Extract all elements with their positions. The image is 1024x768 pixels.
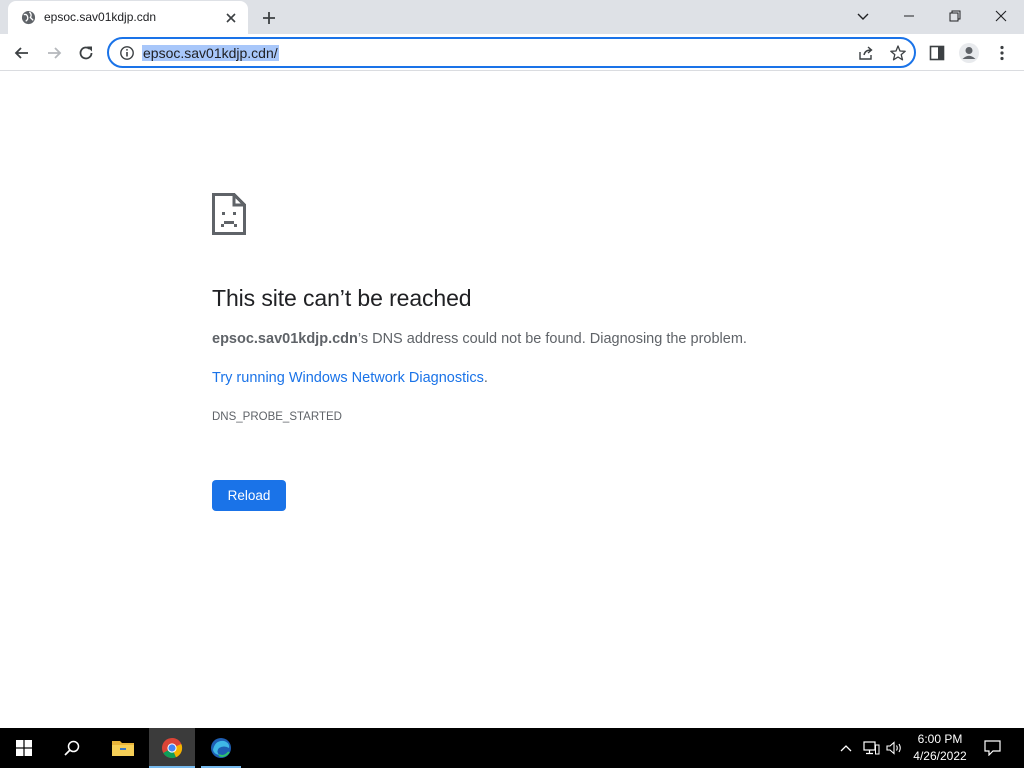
windows-taskbar: 6:00 PM 4/26/2022 <box>0 728 1024 768</box>
kebab-menu-icon[interactable] <box>988 39 1016 67</box>
clock-date: 4/26/2022 <box>913 749 967 763</box>
window-close-icon[interactable] <box>978 2 1024 30</box>
browser-toolbar: epsoc.sav01kdjp.cdn/ <box>0 34 1024 71</box>
error-code: DNS_PROBE_STARTED <box>212 411 342 423</box>
network-icon[interactable] <box>860 728 882 768</box>
chevron-up-icon[interactable] <box>836 728 856 768</box>
file-explorer-icon[interactable] <box>100 728 146 768</box>
error-message: ’s DNS address could not be found. Diagn… <box>357 331 747 347</box>
forward-arrow-icon[interactable] <box>40 39 68 67</box>
reload-icon[interactable] <box>72 39 100 67</box>
bookmark-star-icon[interactable] <box>889 44 907 62</box>
error-heading: This site can’t be reached <box>212 285 472 311</box>
reload-button[interactable]: Reload <box>212 480 286 511</box>
error-host: epsoc.sav01kdjp.cdn <box>212 331 358 347</box>
error-page: This site can’t be reached epsoc.sav01kd… <box>0 71 1024 728</box>
tab-title: epsoc.sav01kdjp.cdn <box>44 10 157 24</box>
error-description: epsoc.sav01kdjp.cdn’s DNS address could … <box>212 331 747 347</box>
restore-icon[interactable] <box>932 2 978 30</box>
network-diagnostics-link[interactable]: Try running Windows Network Diagnostics <box>212 370 484 386</box>
tab-close-icon[interactable] <box>222 9 240 27</box>
taskbar-clock[interactable]: 6:00 PM 4/26/2022 <box>903 731 977 765</box>
tab-strip: epsoc.sav01kdjp.cdn <box>0 0 1024 34</box>
back-arrow-icon[interactable] <box>8 39 36 67</box>
address-bar[interactable]: epsoc.sav01kdjp.cdn/ <box>107 37 916 68</box>
windows-start-icon[interactable] <box>0 728 48 768</box>
minimize-icon[interactable] <box>886 2 932 30</box>
clock-time: 6:00 PM <box>917 732 963 746</box>
side-panel-icon[interactable] <box>923 39 951 67</box>
address-url-text[interactable]: epsoc.sav01kdjp.cdn/ <box>142 45 279 61</box>
browser-tab[interactable]: epsoc.sav01kdjp.cdn <box>8 1 248 34</box>
diagnostics-link-period: . <box>483 370 488 386</box>
chrome-icon[interactable] <box>149 728 195 768</box>
edge-icon[interactable] <box>201 728 241 768</box>
site-info-icon[interactable] <box>119 45 135 61</box>
search-icon[interactable] <box>48 728 96 768</box>
globe-icon <box>21 10 36 25</box>
sad-document-icon <box>212 193 246 235</box>
notification-icon[interactable] <box>978 728 1006 768</box>
diagnostics-suggestion: Try running Windows Network Diagnostics. <box>212 370 488 386</box>
tab-search-chevron-down-icon[interactable] <box>840 2 886 30</box>
profile-avatar-icon[interactable] <box>955 39 983 67</box>
share-icon[interactable] <box>857 44 875 62</box>
new-tab-plus-icon[interactable] <box>258 7 280 29</box>
